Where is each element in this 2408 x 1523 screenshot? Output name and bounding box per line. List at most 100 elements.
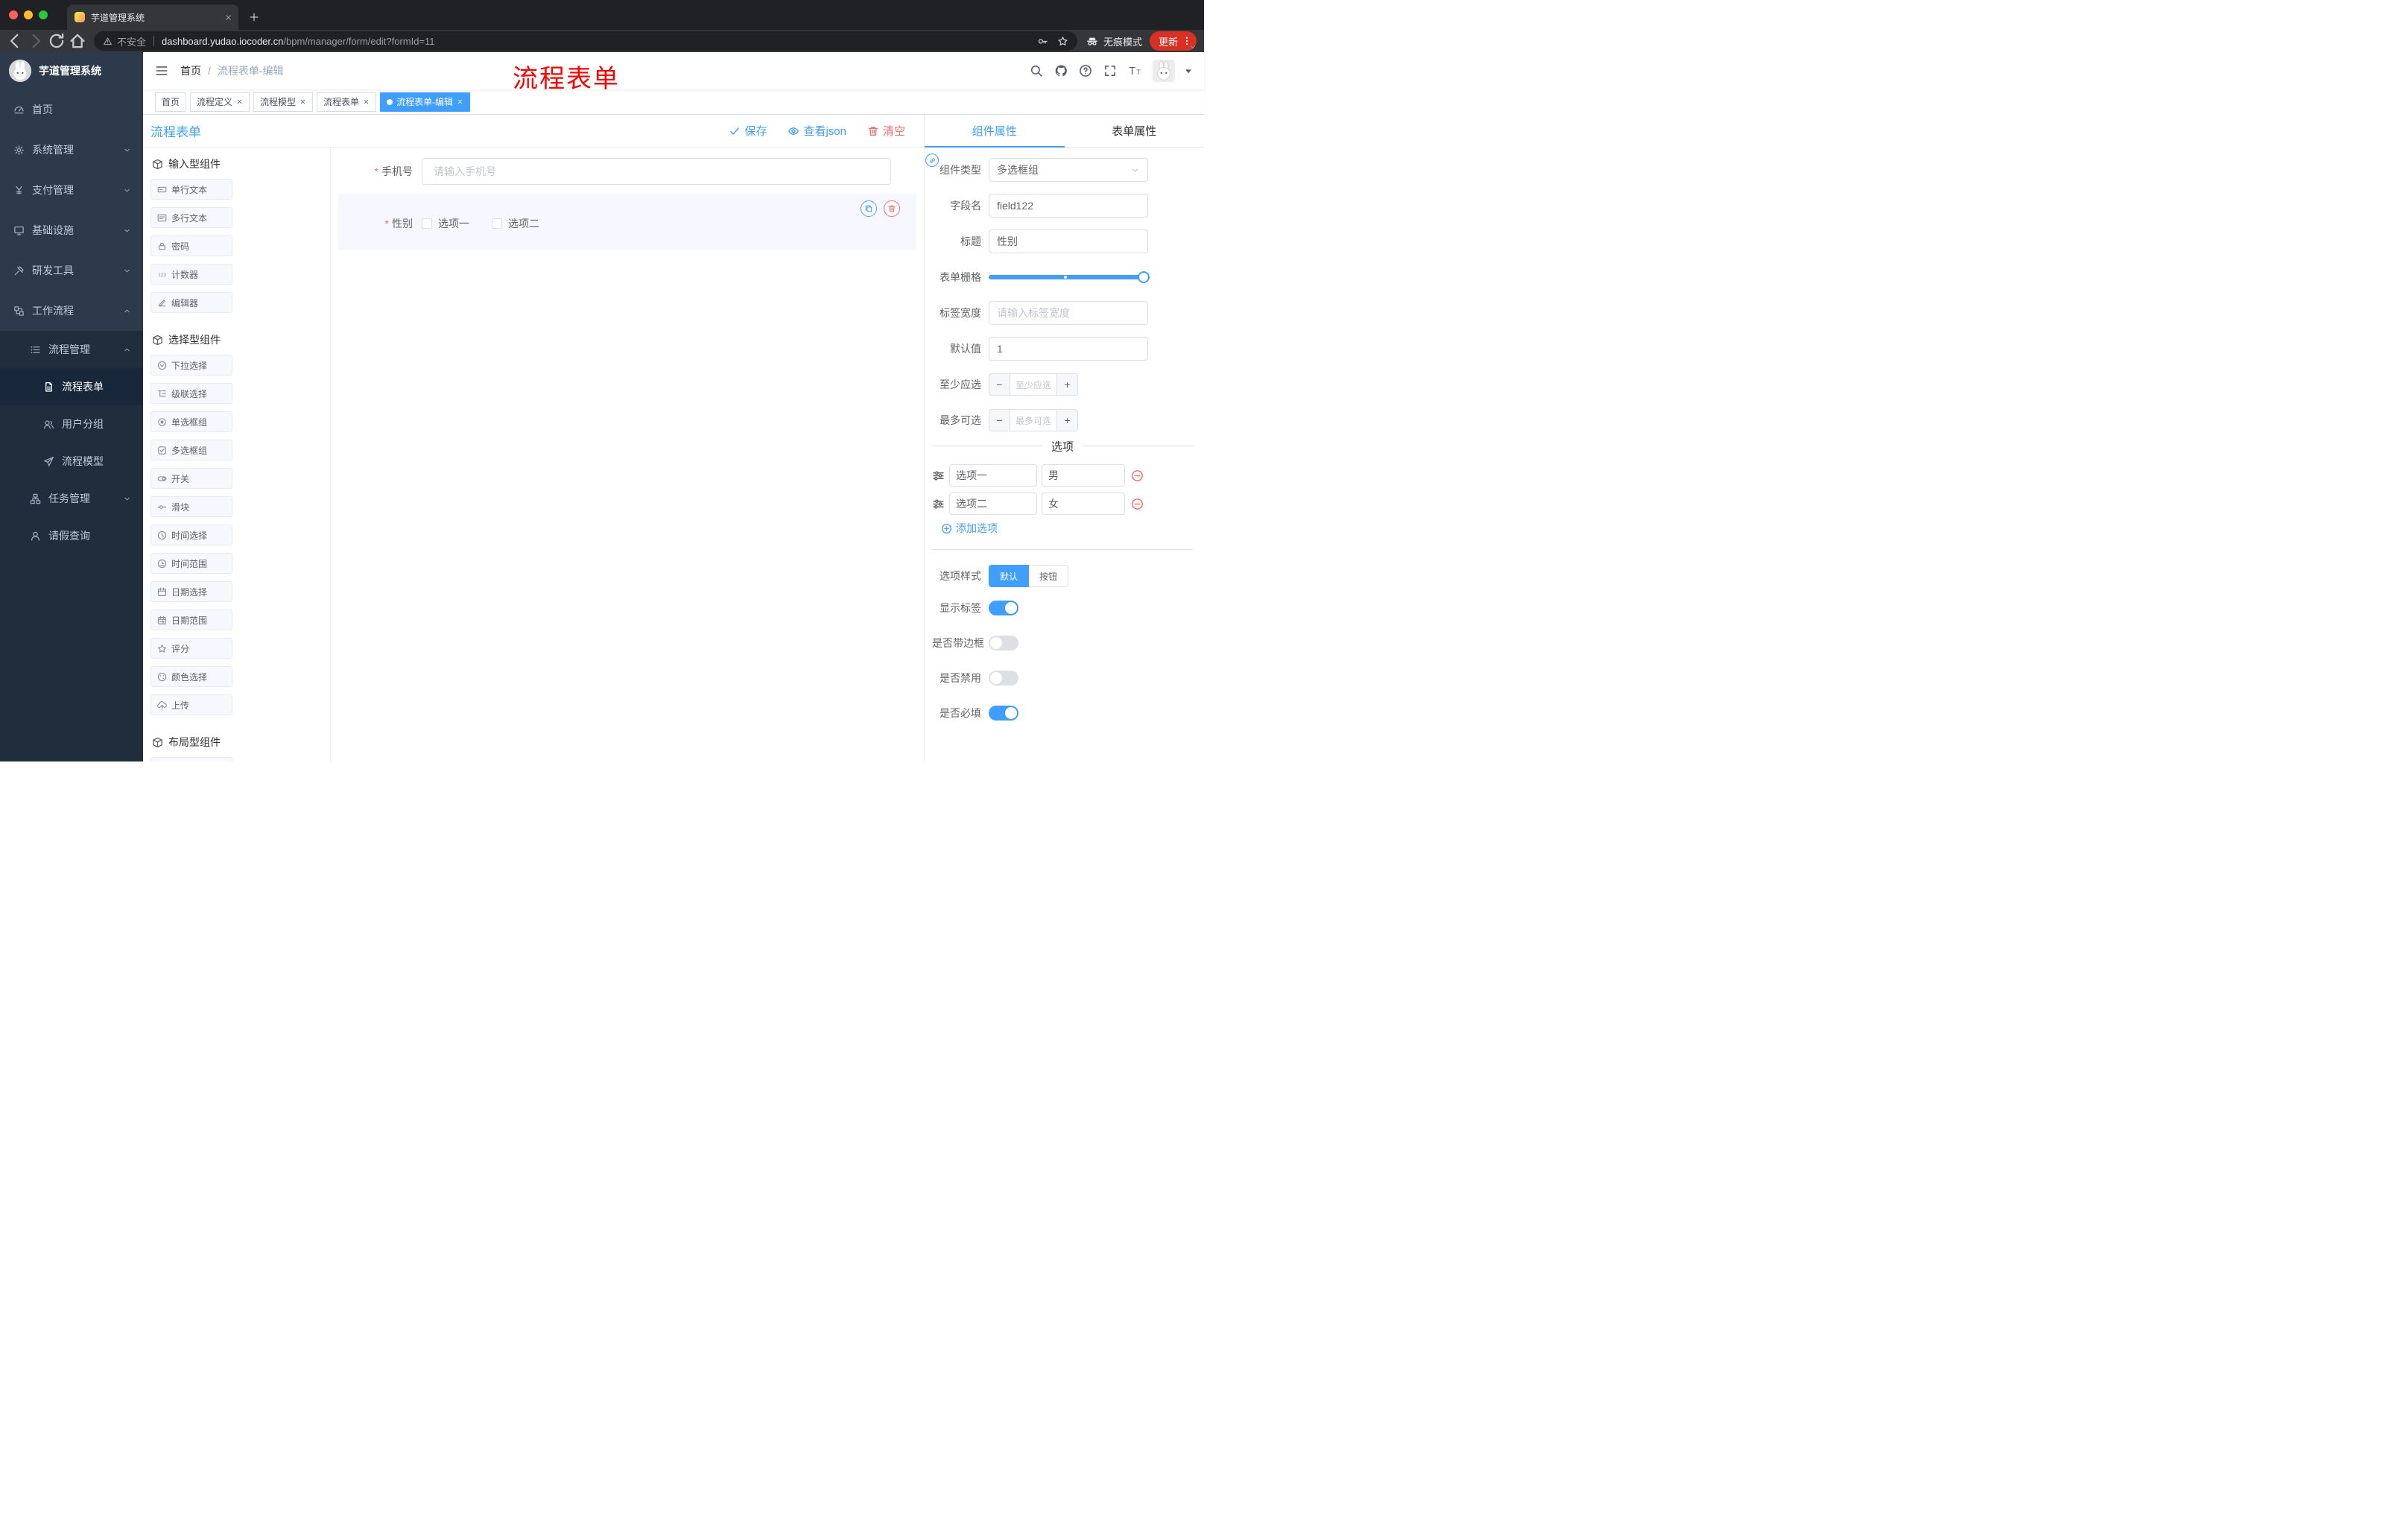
breadcrumb-home[interactable]: 首页 — [180, 63, 201, 78]
sidebar-item-infrastructure[interactable]: 基础设施 — [0, 210, 143, 250]
tag-item[interactable]: 流程模型 — [253, 92, 314, 112]
component-item[interactable]: 颜色选择 — [150, 666, 232, 687]
checkbox-option-1[interactable]: 选项一 — [422, 216, 469, 231]
component-item[interactable]: 单选框组 — [150, 411, 232, 432]
help-icon[interactable] — [1079, 64, 1092, 77]
slider-handle[interactable] — [1138, 271, 1150, 283]
copy-component-button[interactable] — [861, 200, 877, 217]
form-grid-slider[interactable] — [989, 265, 1150, 289]
delete-component-button[interactable] — [884, 200, 900, 217]
sidebar-item-system[interactable]: 系统管理 — [0, 130, 143, 170]
sidebar-item-process-model[interactable]: 流程模型 — [0, 443, 143, 480]
tab-close-icon[interactable] — [224, 13, 232, 22]
tag-item[interactable]: 流程表单 — [317, 92, 377, 112]
component-item[interactable]: 日期范围 — [150, 609, 232, 630]
drag-handle-icon[interactable] — [932, 469, 945, 482]
sidebar-item-task-management[interactable]: 任务管理 — [0, 480, 143, 517]
component-type-select[interactable]: 多选框组 — [989, 158, 1148, 182]
tab-form-props[interactable]: 表单属性 — [1065, 115, 1205, 148]
app-logo[interactable]: 芋道管理系统 — [0, 52, 143, 89]
fullscreen-icon[interactable] — [1103, 64, 1117, 77]
decrease-button[interactable]: − — [989, 374, 1010, 395]
component-item[interactable]: 滑块 — [150, 496, 232, 517]
home-button[interactable] — [67, 31, 88, 51]
view-json-button[interactable]: 查看json — [788, 123, 846, 139]
component-item[interactable]: 上传 — [150, 694, 232, 715]
component-item[interactable]: 多选框组 — [150, 440, 232, 460]
checkbox-option-2[interactable]: 选项二 — [492, 216, 539, 231]
component-item[interactable]: 开关 — [150, 468, 232, 489]
component-item[interactable]: 日期选择 — [150, 581, 232, 602]
component-item[interactable]: 时间选择 — [150, 525, 232, 545]
clear-button[interactable]: 清空 — [867, 123, 905, 139]
font-size-icon[interactable]: TT — [1128, 64, 1141, 77]
component-item[interactable]: 级联选择 — [150, 383, 232, 404]
chevron-down-icon[interactable] — [1189, 43, 1197, 51]
close-icon[interactable] — [236, 98, 243, 105]
option-value-input[interactable] — [1042, 493, 1125, 515]
new-tab-button[interactable] — [249, 12, 259, 22]
close-icon[interactable] — [300, 98, 306, 105]
drag-handle-icon[interactable] — [932, 498, 945, 510]
field-name-input[interactable] — [989, 194, 1148, 218]
label-width-input[interactable] — [989, 301, 1148, 325]
window-minimize-button[interactable] — [24, 10, 33, 19]
tag-item[interactable]: 流程定义 — [190, 92, 250, 112]
reload-button[interactable] — [46, 31, 67, 51]
checkbox-box[interactable] — [422, 218, 432, 229]
avatar[interactable] — [1153, 60, 1175, 82]
stepper-value[interactable]: 最多可选 — [1010, 410, 1056, 431]
sidebar-item-workflow[interactable]: 工作流程 — [0, 291, 143, 331]
option-value-input[interactable] — [1042, 464, 1125, 487]
add-option-button[interactable]: 添加选项 — [941, 521, 1193, 536]
sidebar-item-home[interactable]: 首页 — [0, 89, 143, 130]
forward-button[interactable] — [25, 31, 46, 51]
style-default-button[interactable]: 默认 — [989, 565, 1030, 587]
component-item[interactable]: 单行文本 — [150, 179, 232, 200]
sidebar-item-process-management[interactable]: 流程管理 — [0, 331, 143, 368]
decrease-button[interactable]: − — [989, 410, 1010, 431]
option-label-input[interactable] — [949, 493, 1037, 515]
component-item[interactable]: 行容器 — [150, 757, 232, 762]
style-button-button[interactable]: 按钮 — [1029, 565, 1069, 587]
checkbox-box[interactable] — [492, 218, 502, 229]
toggle-switch[interactable] — [989, 601, 1018, 615]
tag-item[interactable]: 首页 — [155, 92, 187, 112]
browser-tab[interactable]: 芋道管理系统 — [67, 4, 238, 30]
component-item[interactable]: 下拉选择 — [150, 355, 232, 376]
default-value-input[interactable] — [989, 337, 1148, 361]
sidebar-item-user-group[interactable]: 用户分组 — [0, 405, 143, 443]
stepper-value[interactable]: 至少应选 — [1010, 374, 1056, 395]
component-item[interactable]: 时间范围 — [150, 553, 232, 574]
password-manager-icon[interactable] — [1037, 36, 1048, 47]
component-item[interactable]: 密码 — [150, 235, 232, 256]
save-button[interactable]: 保存 — [729, 123, 767, 139]
window-zoom-button[interactable] — [39, 10, 48, 19]
component-item[interactable]: 123 计数器 — [150, 264, 232, 285]
selected-component-gender[interactable]: * 性别 选项一 选项二 — [338, 194, 916, 250]
title-input[interactable] — [989, 229, 1148, 253]
address-bar[interactable]: 不安全 dashboard.yudao.iocoder.cn/bpm/manag… — [94, 31, 1077, 51]
link-icon[interactable] — [925, 153, 939, 167]
option-label-input[interactable] — [949, 464, 1037, 487]
toggle-switch[interactable] — [989, 636, 1018, 650]
sidebar-toggle-button[interactable] — [143, 64, 180, 77]
tag-item[interactable]: 流程表单-编辑 — [380, 92, 471, 112]
increase-button[interactable]: + — [1056, 374, 1077, 395]
component-item[interactable]: 编辑器 — [150, 292, 232, 313]
increase-button[interactable]: + — [1056, 410, 1077, 431]
sidebar-item-payment[interactable]: 支付管理 — [0, 170, 143, 210]
github-icon[interactable] — [1054, 64, 1068, 77]
search-icon[interactable] — [1030, 64, 1043, 77]
bookmark-icon[interactable] — [1057, 36, 1068, 47]
remove-option-icon[interactable] — [1131, 469, 1144, 482]
tab-component-props[interactable]: 组件属性 — [925, 115, 1065, 148]
security-warning-icon[interactable] — [103, 37, 113, 46]
sidebar-item-dev-tools[interactable]: 研发工具 — [0, 250, 143, 291]
close-icon[interactable] — [363, 98, 370, 105]
component-item[interactable]: 多行文本 — [150, 207, 232, 228]
phone-input[interactable] — [422, 158, 891, 185]
caret-down-icon[interactable] — [1182, 64, 1195, 77]
sidebar-item-process-form[interactable]: 流程表单 — [0, 368, 143, 405]
remove-option-icon[interactable] — [1131, 498, 1144, 510]
